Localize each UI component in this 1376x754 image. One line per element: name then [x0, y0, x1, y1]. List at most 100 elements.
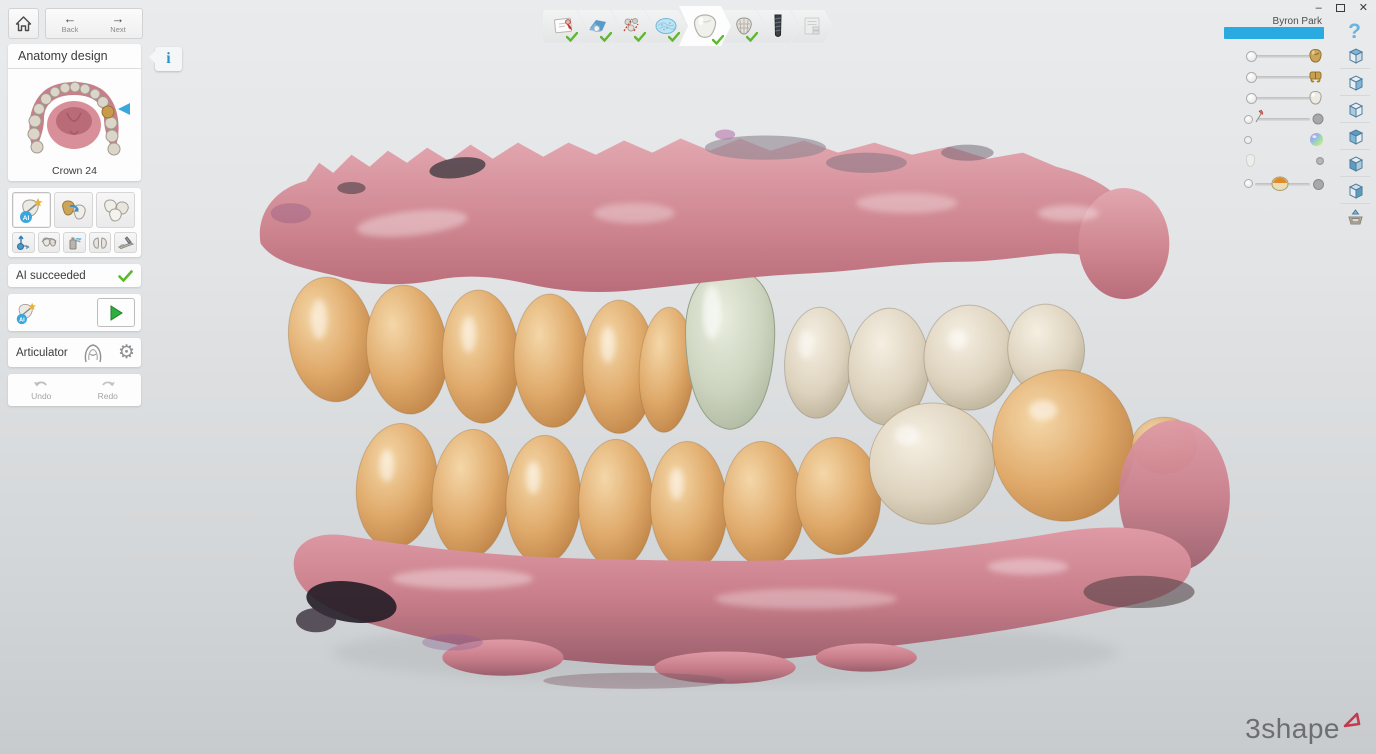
next-button[interactable]: → Next [94, 9, 142, 38]
check-icon [746, 32, 758, 42]
ai-anatomy-tool-button[interactable]: AI [12, 192, 51, 228]
undo-redo-card: Undo Redo [8, 374, 141, 406]
arch-thumbnail[interactable] [8, 69, 141, 164]
visibility-sliders [1244, 46, 1324, 196]
sculpt-toolkit-button[interactable] [114, 232, 137, 253]
anatomy-design-card: Anatomy design i Cro [8, 44, 141, 181]
gray-ball-icon [1313, 179, 1324, 190]
redo-button[interactable]: Redo [75, 374, 142, 406]
restore-button[interactable] [1336, 4, 1345, 12]
insertion-direction-button[interactable] [12, 232, 35, 253]
step-order-form[interactable] [543, 10, 585, 43]
ai-status-text: AI succeeded [16, 270, 86, 282]
home-icon [15, 16, 32, 32]
view-cube-back[interactable] [1340, 96, 1370, 123]
svg-text:AI: AI [22, 215, 29, 222]
help-button[interactable]: ? [1348, 20, 1361, 44]
close-button[interactable]: ✕ [1359, 2, 1368, 14]
dental-scan-render [200, 92, 1240, 698]
gray-dot-icon [1316, 157, 1324, 165]
left-panel: Anatomy design i Cro [8, 44, 141, 413]
view-cube-bottom[interactable] [1340, 177, 1370, 204]
articulator-card: Articulator ⚙ [8, 338, 141, 367]
run-ai-button[interactable] [97, 298, 135, 327]
view-buttons [1340, 42, 1370, 231]
framework-slider-handle[interactable] [1246, 72, 1257, 83]
mirror-tooth-button[interactable] [89, 232, 112, 253]
check-icon [712, 35, 724, 45]
back-arrow-icon: ← [64, 13, 77, 24]
prep-scan-slider-handle[interactable] [1246, 93, 1257, 104]
articulator-icon[interactable] [80, 342, 106, 364]
next-arrow-icon: → [112, 13, 125, 24]
manufacture-icon [800, 15, 824, 37]
history-nav-group: ← Back → Next [45, 8, 143, 39]
pin-icon [1252, 109, 1266, 124]
brand-logo: 3shape [1245, 714, 1362, 744]
minimize-button[interactable]: – [1316, 2, 1322, 14]
slider-smile [1244, 172, 1324, 196]
logo-triangle-icon [1342, 712, 1362, 730]
workflow-steps [543, 6, 833, 46]
orange-dome-handle-icon[interactable] [1270, 175, 1290, 192]
axis-arrows-icon [15, 235, 32, 251]
redo-label: Redo [98, 391, 118, 401]
check-icon [600, 32, 612, 42]
slider-prep-scan [1244, 88, 1324, 109]
next-label: Next [110, 25, 125, 34]
restoration-slider-handle[interactable] [1246, 51, 1257, 62]
view-cube-front[interactable] [1340, 69, 1370, 96]
design-tools-card: AI [8, 188, 141, 257]
view-cube-right[interactable] [1340, 150, 1370, 177]
home-button[interactable] [8, 8, 39, 39]
sculpt-knife-icon [117, 235, 135, 250]
3d-viewport[interactable] [200, 92, 1240, 698]
undo-button[interactable]: Undo [8, 374, 75, 406]
patient-name: Byron Park [1273, 16, 1322, 27]
color-texture-slider-handle[interactable] [1244, 136, 1252, 144]
white-tooth-icon [1307, 90, 1324, 106]
ghost-tooth-icon[interactable] [1244, 153, 1257, 168]
upper-arch-occlusal-icon [12, 71, 136, 159]
svg-text:AI: AI [19, 317, 25, 323]
morph-from-library-button[interactable] [54, 192, 93, 228]
ai-run-card: AI [8, 294, 141, 331]
gold-crown-icon [1307, 48, 1324, 64]
teeth-group-icon [100, 197, 132, 223]
transform-teeth-button[interactable] [38, 232, 61, 253]
ai-tooth-wand-icon: AI [17, 196, 47, 224]
ai-tool-small-icon: AI [14, 301, 40, 325]
progress-bar [1224, 27, 1324, 39]
view-cube-left[interactable] [1340, 123, 1370, 150]
back-button[interactable]: ← Back [46, 9, 94, 38]
view-cube-top[interactable] [1340, 42, 1370, 69]
tooth-morph-icon [59, 197, 89, 223]
back-label: Back [62, 25, 79, 34]
slider-antagonist [1244, 109, 1324, 130]
window-controls: – ✕ [1316, 2, 1368, 14]
highlighted-tooth-24 [102, 106, 114, 118]
add-material-button[interactable] [63, 232, 86, 253]
ai-status-card: AI succeeded [8, 264, 141, 287]
articulator-settings-gear-icon[interactable]: ⚙ [118, 344, 135, 362]
spray-icon [66, 235, 82, 251]
slider-restoration [1244, 46, 1324, 67]
info-button[interactable]: i [155, 47, 182, 71]
check-icon [566, 32, 578, 42]
mirror-teeth-icon [91, 236, 109, 250]
slider-color-texture [1244, 130, 1324, 151]
play-icon [109, 305, 124, 321]
apply-to-all-teeth-button[interactable] [96, 192, 135, 228]
check-icon [668, 32, 680, 42]
info-icon: i [166, 50, 170, 68]
undo-icon [33, 380, 49, 391]
panel-title: Anatomy design [8, 44, 141, 69]
articulator-label: Articulator [16, 347, 68, 359]
designed-crown-24[interactable] [685, 269, 774, 430]
rotate-teeth-icon [40, 235, 58, 250]
smile-slider-left-handle[interactable] [1244, 179, 1253, 188]
slider-framework [1244, 67, 1324, 88]
redo-icon [100, 380, 116, 391]
split-view-icon [1346, 209, 1365, 226]
split-view-button[interactable] [1340, 204, 1370, 231]
